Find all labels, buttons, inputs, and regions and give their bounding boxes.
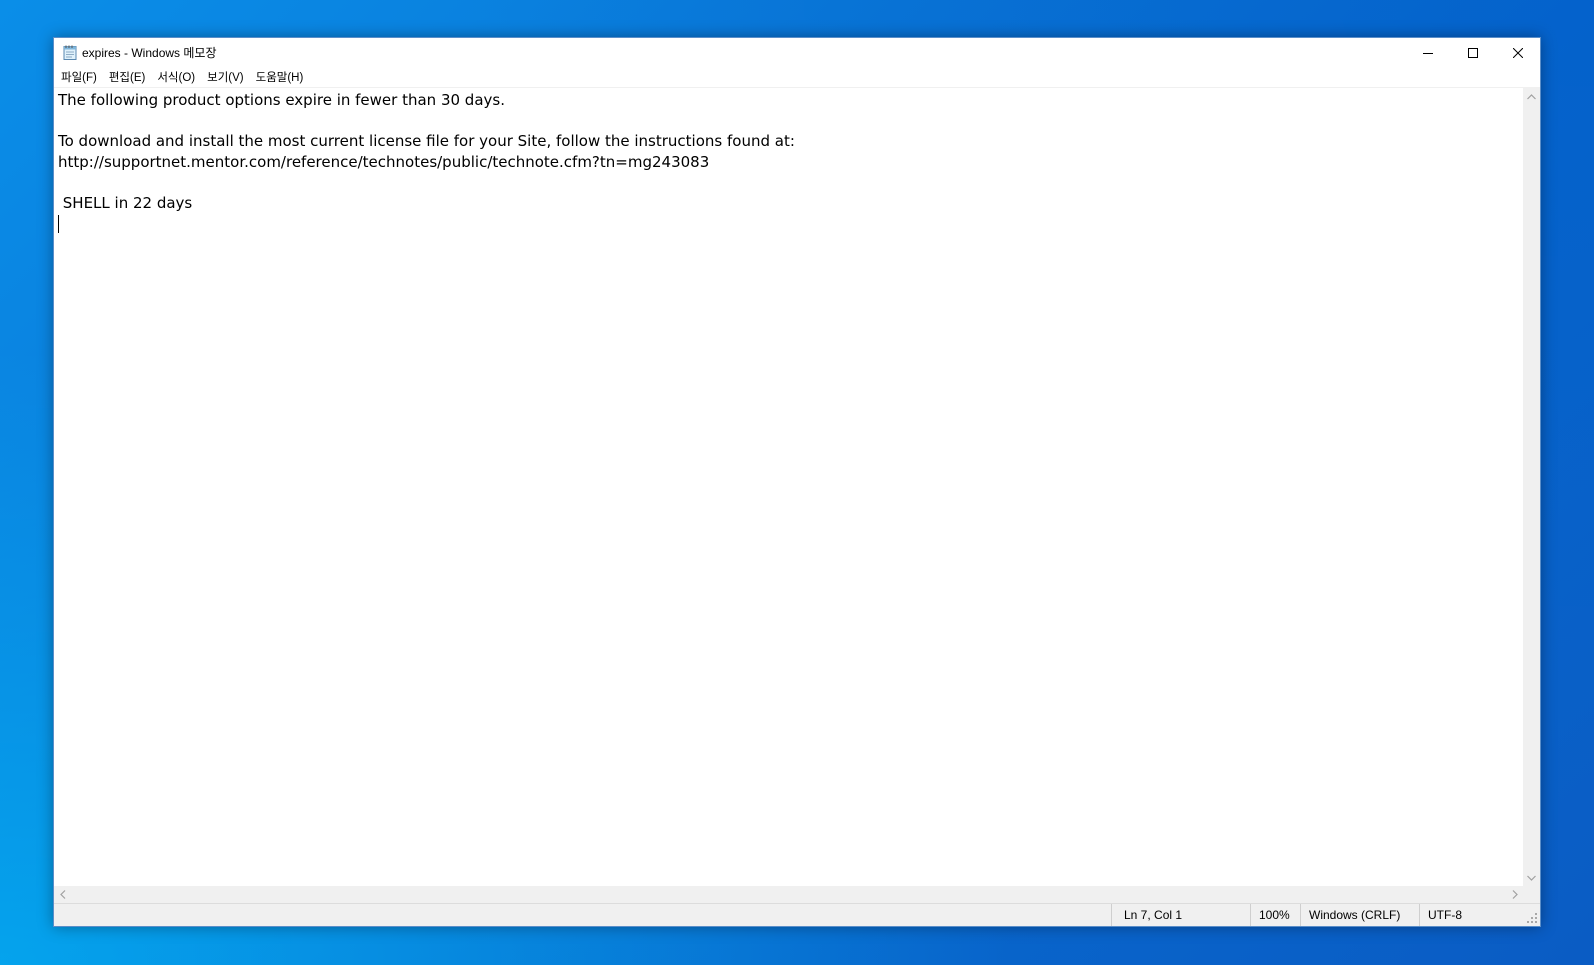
minimize-icon	[1422, 52, 1433, 54]
status-encoding: UTF-8	[1419, 904, 1526, 926]
minimize-button[interactable]	[1405, 38, 1450, 67]
menu-view[interactable]: 보기(V)	[202, 67, 251, 87]
status-line-ending: Windows (CRLF)	[1300, 904, 1419, 926]
scroll-left-button[interactable]	[54, 886, 71, 903]
window-title: expires - Windows 메모장	[82, 46, 217, 60]
close-button[interactable]	[1495, 38, 1540, 67]
text-line: To download and install the most current…	[58, 132, 795, 151]
status-bar: Ln 7, Col 1 100% Windows (CRLF) UTF-8	[54, 903, 1540, 926]
text-line	[58, 172, 1519, 193]
scroll-down-button[interactable]	[1523, 869, 1540, 886]
menu-help[interactable]: 도움말(H)	[251, 67, 311, 87]
menu-edit[interactable]: 편집(E)	[104, 67, 153, 87]
menu-file[interactable]: 파일(F)	[56, 67, 104, 87]
chevron-right-icon	[1512, 890, 1518, 899]
status-zoom: 100%	[1250, 904, 1300, 926]
text-line: The following product options expire in …	[58, 91, 505, 109]
status-cursor-position: Ln 7, Col 1	[1111, 904, 1250, 926]
text-caret	[58, 215, 59, 234]
notepad-window: expires - Windows 메모장 파일(F) 편집(E) 서식(O) …	[53, 37, 1541, 927]
chevron-down-icon	[1527, 875, 1536, 881]
menu-format[interactable]: 서식(O)	[152, 67, 202, 87]
window-controls	[1405, 38, 1540, 67]
maximize-button[interactable]	[1450, 38, 1495, 67]
title-bar[interactable]: expires - Windows 메모장	[54, 38, 1540, 67]
chevron-left-icon	[59, 890, 65, 899]
menu-bar: 파일(F) 편집(E) 서식(O) 보기(V) 도움말(H)	[54, 67, 1540, 87]
scrollbar-corner	[1523, 886, 1540, 903]
vertical-scrollbar[interactable]	[1523, 88, 1540, 886]
text-line-current	[58, 214, 1519, 235]
editor-area: The following product options expire in …	[54, 87, 1540, 903]
resize-grip-icon[interactable]	[1526, 912, 1538, 924]
text-line	[58, 111, 1519, 132]
scroll-right-button[interactable]	[1506, 886, 1523, 903]
text-line: SHELL in 22 days	[58, 193, 193, 212]
maximize-icon	[1467, 47, 1478, 58]
notepad-icon	[63, 45, 77, 60]
scroll-up-button[interactable]	[1523, 88, 1540, 105]
text-line: http://supportnet.mentor.com/reference/t…	[58, 152, 710, 171]
text-editor[interactable]: The following product options expire in …	[54, 88, 1523, 886]
close-icon	[1512, 47, 1523, 58]
horizontal-scrollbar[interactable]	[54, 886, 1523, 903]
chevron-up-icon	[1527, 93, 1536, 99]
